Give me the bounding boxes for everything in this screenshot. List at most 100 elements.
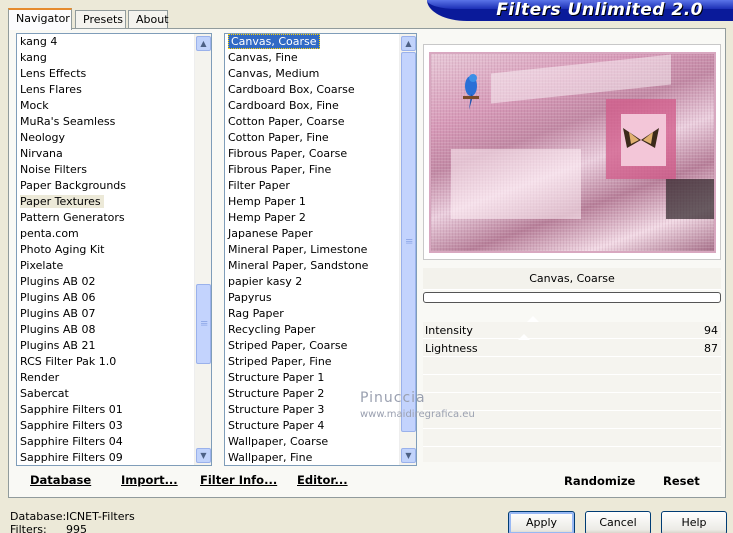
list-item[interactable]: Structure Paper 4 (225, 418, 416, 434)
scroll-down-icon[interactable]: ▼ (196, 448, 211, 463)
list-item[interactable]: Paper Textures (17, 194, 211, 210)
list-item[interactable]: Cotton Paper, Fine (225, 130, 416, 146)
randomize-button[interactable]: Randomize (564, 474, 635, 488)
database-button[interactable]: Database (30, 473, 91, 487)
filter-info-button[interactable]: Filter Info... (200, 473, 277, 487)
list-item[interactable]: Mock (17, 98, 211, 114)
list-item[interactable]: Structure Paper 1 (225, 370, 416, 386)
list-item[interactable]: Papyrus (225, 290, 416, 306)
tab-navigator[interactable]: Navigator (8, 8, 72, 30)
list-item[interactable]: papier kasy 2 (225, 274, 416, 290)
list-item[interactable]: kang (17, 50, 211, 66)
list-item[interactable]: Paper Backgrounds (17, 178, 211, 194)
list-item[interactable]: Render (17, 370, 211, 386)
reset-button[interactable]: Reset (663, 474, 700, 488)
tab-presets[interactable]: Presets (75, 10, 126, 29)
list-item[interactable]: Sapphire Filters 03 (17, 418, 211, 434)
list-item[interactable]: Recycling Paper (225, 322, 416, 338)
list-item[interactable]: Sapphire Filters 01 (17, 402, 211, 418)
list-item[interactable]: Striped Paper, Fine (225, 354, 416, 370)
list-item[interactable]: Rag Paper (225, 306, 416, 322)
list-item[interactable]: Pattern Generators (17, 210, 211, 226)
list-item[interactable]: Filter Paper (225, 178, 416, 194)
list-item[interactable]: Lens Flares (17, 82, 211, 98)
empty-slider-row (423, 358, 721, 375)
list-item-label: Sabercat (20, 387, 69, 400)
list-item[interactable]: Nirvana (17, 146, 211, 162)
list-item-label: Filter Paper (228, 179, 290, 192)
list-item[interactable]: MuRa's Seamless (17, 114, 211, 130)
list-item[interactable]: Sapphire Filters 09 (17, 450, 211, 465)
list-item-label: Lens Flares (20, 83, 82, 96)
cancel-button[interactable]: Cancel (585, 511, 651, 533)
list-item[interactable]: Plugins AB 02 (17, 274, 211, 290)
scroll-thumb[interactable] (196, 284, 211, 364)
list-item-label: Plugins AB 02 (20, 275, 96, 288)
list-item[interactable]: Mineral Paper, Limestone (225, 242, 416, 258)
list-item[interactable]: Canvas, Fine (225, 50, 416, 66)
list-item-label: Noise Filters (20, 163, 87, 176)
list-item[interactable]: Mineral Paper, Sandstone (225, 258, 416, 274)
list-item-label: Recycling Paper (228, 323, 316, 336)
scroll-thumb[interactable] (401, 52, 416, 432)
tab-about[interactable]: About (128, 10, 169, 29)
list-item[interactable]: Pixelate (17, 258, 211, 274)
list-item[interactable]: Fibrous Paper, Fine (225, 162, 416, 178)
list-item-label: Wallpaper, Coarse (228, 435, 329, 448)
list-item[interactable]: Sapphire Filters 04 (17, 434, 211, 450)
list-item-label: Hemp Paper 1 (228, 195, 306, 208)
list-item[interactable]: kang 4 (17, 34, 211, 50)
list-item-label: Structure Paper 1 (228, 371, 325, 384)
list-item-label: Paper Textures (20, 195, 104, 208)
lightness-label: Lightness (425, 342, 478, 355)
list-item-label: Plugins AB 08 (20, 323, 96, 336)
editor-button[interactable]: Editor... (297, 473, 348, 487)
list-item[interactable]: Plugins AB 08 (17, 322, 211, 338)
list-item[interactable]: Noise Filters (17, 162, 211, 178)
list-item[interactable]: Cardboard Box, Coarse (225, 82, 416, 98)
list-item[interactable]: Canvas, Medium (225, 66, 416, 82)
list-item[interactable]: Hemp Paper 2 (225, 210, 416, 226)
list-item[interactable]: Hemp Paper 1 (225, 194, 416, 210)
import-button[interactable]: Import... (121, 473, 178, 487)
list-item[interactable]: penta.com (17, 226, 211, 242)
list-item[interactable]: Plugins AB 07 (17, 306, 211, 322)
list-item[interactable]: Japanese Paper (225, 226, 416, 242)
list-item-label: Hemp Paper 2 (228, 211, 306, 224)
list-item[interactable]: Wallpaper, Fine (225, 450, 416, 465)
help-button[interactable]: Help (661, 511, 727, 533)
category-list[interactable]: kang 4 kang Lens Effects Lens Flares Mock MuR… (16, 33, 212, 466)
list-item-label: Papyrus (228, 291, 272, 304)
list-item-label: Canvas, Medium (228, 67, 320, 80)
list-item[interactable]: Cardboard Box, Fine (225, 98, 416, 114)
list-item[interactable]: Photo Aging Kit (17, 242, 211, 258)
list-item[interactable]: Canvas, Coarse (225, 34, 416, 50)
category-scrollbar[interactable]: ▲ ▼ (194, 34, 211, 465)
list-item[interactable]: RCS Filter Pak 1.0 (17, 354, 211, 370)
intensity-value: 94 (704, 324, 718, 337)
list-item[interactable]: Plugins AB 21 (17, 338, 211, 354)
list-item[interactable]: Cotton Paper, Coarse (225, 114, 416, 130)
list-item[interactable]: Wallpaper, Coarse (225, 434, 416, 450)
list-item[interactable]: Neology (17, 130, 211, 146)
list-item[interactable]: Sabercat (17, 386, 211, 402)
list-item-label: Striped Paper, Coarse (228, 339, 348, 352)
lightness-slider[interactable]: Lightness 87 (423, 334, 721, 357)
list-item-label: Lens Effects (20, 67, 87, 80)
list-item-label: Sapphire Filters 04 (20, 435, 123, 448)
database-label: Database: (10, 510, 67, 523)
intensity-slider[interactable]: Intensity 94 (423, 316, 721, 339)
scroll-up-icon[interactable]: ▲ (401, 36, 416, 51)
list-item-label: Canvas, Fine (228, 51, 298, 64)
list-item-label: Mineral Paper, Limestone (228, 243, 368, 256)
parameter-sliders: Intensity 94 Lightness 87 (423, 316, 721, 462)
empty-slider-row (423, 430, 721, 447)
scroll-up-icon[interactable]: ▲ (196, 36, 211, 51)
list-item[interactable]: Lens Effects (17, 66, 211, 82)
list-item[interactable]: Fibrous Paper, Coarse (225, 146, 416, 162)
list-item[interactable]: Plugins AB 06 (17, 290, 211, 306)
scroll-down-icon[interactable]: ▼ (401, 448, 416, 463)
preview-image[interactable] (429, 52, 716, 253)
apply-button[interactable]: Apply (508, 511, 575, 533)
list-item[interactable]: Striped Paper, Coarse (225, 338, 416, 354)
